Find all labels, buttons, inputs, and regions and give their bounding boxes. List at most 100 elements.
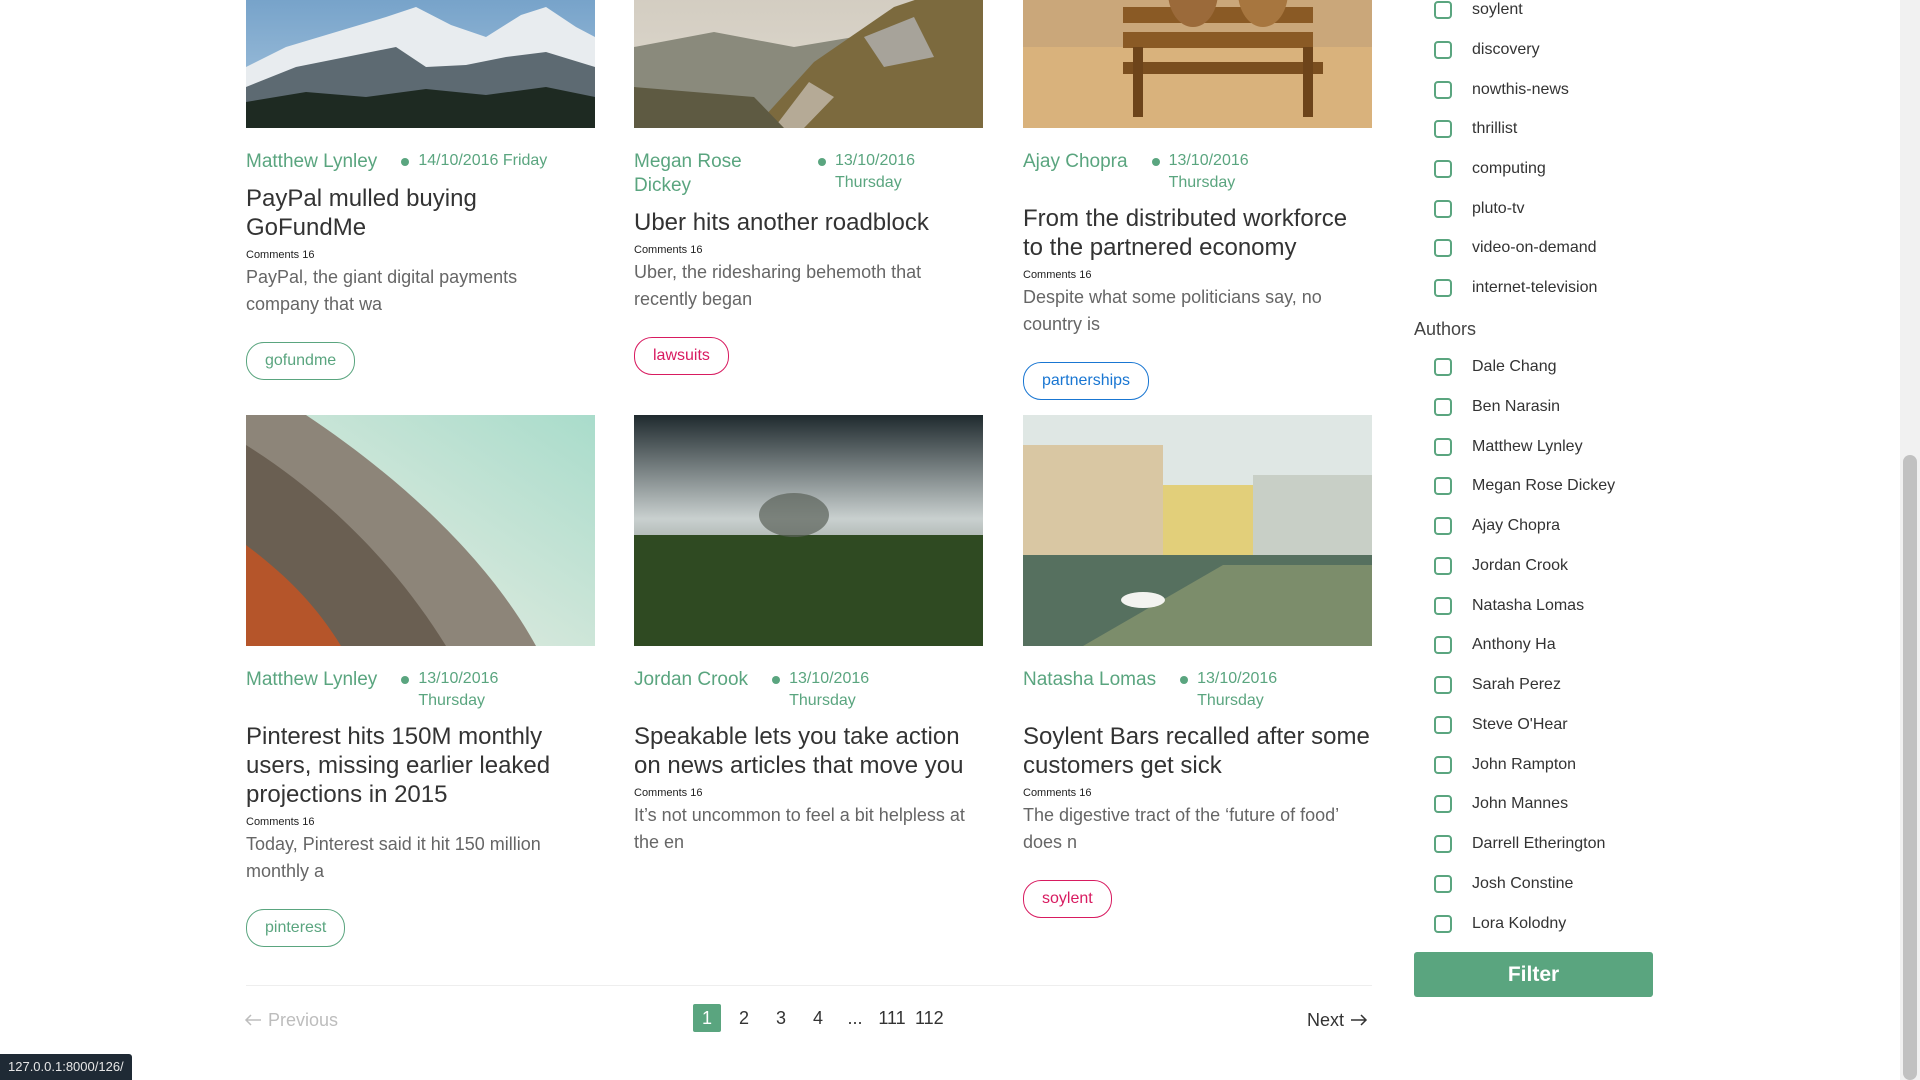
checkbox-icon[interactable] xyxy=(1434,835,1452,853)
checkbox-icon[interactable] xyxy=(1434,756,1452,774)
scrollbar-thumb[interactable] xyxy=(1903,455,1917,1080)
article-comments: Comments 16 xyxy=(246,249,315,261)
author-filter-item[interactable]: Ajay Chopra xyxy=(1434,515,1560,537)
article-image[interactable] xyxy=(634,0,983,128)
article-tag[interactable]: soylent xyxy=(1023,880,1112,918)
checkbox-icon[interactable] xyxy=(1434,875,1452,893)
article-author[interactable]: Ajay Chopra xyxy=(1023,150,1128,174)
checkbox-icon[interactable] xyxy=(1434,636,1452,654)
article-image[interactable] xyxy=(1023,415,1372,646)
checkbox-icon[interactable] xyxy=(1434,517,1452,535)
article-title[interactable]: Speakable lets you take action on news a… xyxy=(634,722,983,780)
author-filter-item[interactable]: Steve O'Hear xyxy=(1434,714,1568,736)
checkbox-icon[interactable] xyxy=(1434,1,1452,19)
page-scrollbar[interactable] xyxy=(1900,0,1920,1080)
checkbox-icon[interactable] xyxy=(1434,716,1452,734)
article-title[interactable]: Uber hits another roadblock xyxy=(634,208,983,237)
status-bar-url: 127.0.0.1:8000/126/ xyxy=(0,1054,132,1080)
checkbox-icon[interactable] xyxy=(1434,358,1452,376)
article-date: 14/10/2016 Friday xyxy=(418,152,548,169)
author-filter-item[interactable]: Darrell Etherington xyxy=(1434,833,1605,855)
tag-filter-item[interactable]: discovery xyxy=(1434,39,1540,61)
author-filter-item[interactable]: Natasha Lomas xyxy=(1434,595,1584,617)
article-image[interactable] xyxy=(1023,0,1372,128)
tag-filter-item[interactable]: soylent xyxy=(1434,0,1523,21)
author-filter-item[interactable]: John Rampton xyxy=(1434,754,1576,776)
author-filter-item[interactable]: Lora Kolodny xyxy=(1434,913,1566,935)
article-tag[interactable]: lawsuits xyxy=(634,337,729,375)
author-filter-item[interactable]: Jordan Crook xyxy=(1434,555,1568,577)
page-link-current[interactable]: 1 xyxy=(693,1004,721,1032)
checkbox-icon[interactable] xyxy=(1434,200,1452,218)
checkbox-icon[interactable] xyxy=(1434,676,1452,694)
tag-filter-item[interactable]: nowthis-news xyxy=(1434,79,1569,101)
previous-page-link[interactable]: Previous xyxy=(244,1008,338,1032)
page-link[interactable]: 4 xyxy=(804,1004,832,1032)
author-filter-item[interactable]: Anthony Ha xyxy=(1434,634,1556,656)
tag-filter-item[interactable]: thrillist xyxy=(1434,118,1517,140)
tag-filter-item[interactable]: pluto-tv xyxy=(1434,198,1524,220)
checkbox-icon[interactable] xyxy=(1434,597,1452,615)
author-filter-item[interactable]: Ben Narasin xyxy=(1434,396,1560,418)
article-author[interactable]: Matthew Lynley xyxy=(246,150,377,174)
checkbox-icon[interactable] xyxy=(1434,398,1452,416)
author-filter-item[interactable]: Sarah Perez xyxy=(1434,674,1561,696)
tag-filter-label: soylent xyxy=(1472,1,1523,18)
article-image[interactable] xyxy=(246,415,595,646)
author-filter-item[interactable]: Josh Constine xyxy=(1434,873,1573,895)
canal-town-photo xyxy=(1023,415,1372,646)
checkbox-icon[interactable] xyxy=(1434,41,1452,59)
article-title[interactable]: From the distributed workforce to the pa… xyxy=(1023,204,1372,262)
article-tag[interactable]: pinterest xyxy=(246,909,346,947)
page-link[interactable]: 3 xyxy=(767,1004,795,1032)
author-filter-label: Matthew Lynley xyxy=(1472,438,1583,455)
checkbox-icon[interactable] xyxy=(1434,477,1452,495)
tag-filter-item[interactable]: internet-television xyxy=(1434,277,1597,299)
article-tag[interactable]: gofundme xyxy=(246,342,356,380)
article-title[interactable]: PayPal mulled buying GoFundMe xyxy=(246,184,595,242)
article-tag[interactable]: partnerships xyxy=(1023,362,1150,400)
article-grid: Matthew Lynley 14/10/2016 Friday PayPal … xyxy=(246,0,1372,947)
article-card: Matthew Lynley 14/10/2016 Friday PayPal … xyxy=(246,0,595,380)
author-filter-item[interactable]: Matthew Lynley xyxy=(1434,436,1583,458)
checkbox-icon[interactable] xyxy=(1434,239,1452,257)
previous-label: Previous xyxy=(268,1010,339,1030)
article-title[interactable]: Pinterest hits 150M monthly users, missi… xyxy=(246,722,595,809)
checkbox-icon[interactable] xyxy=(1434,160,1452,178)
tag-filter-item[interactable]: computing xyxy=(1434,158,1546,180)
arrow-right-icon xyxy=(1351,1014,1368,1026)
author-filter-label: Ajay Chopra xyxy=(1472,517,1561,534)
author-filter-label: Josh Constine xyxy=(1472,875,1574,892)
next-page-link[interactable]: Next xyxy=(1307,1008,1368,1032)
article-author[interactable]: Jordan Crook xyxy=(634,668,748,692)
article-date: 13/10/2016 Thursday xyxy=(1197,670,1278,709)
author-filter-item[interactable]: John Mannes xyxy=(1434,793,1568,815)
checkbox-icon[interactable] xyxy=(1434,279,1452,297)
article-author[interactable]: Megan Rose Dickey xyxy=(634,150,794,198)
tag-filter-label: internet-television xyxy=(1472,279,1598,296)
filter-button[interactable]: Filter xyxy=(1414,952,1653,997)
article-author[interactable]: Matthew Lynley xyxy=(246,668,377,692)
page-link[interactable]: 2 xyxy=(730,1004,758,1032)
checkbox-icon[interactable] xyxy=(1434,81,1452,99)
author-filter-item[interactable]: Megan Rose Dickey xyxy=(1434,475,1615,497)
checkbox-icon[interactable] xyxy=(1434,915,1452,933)
article-comments: Comments 16 xyxy=(634,787,703,799)
article-author[interactable]: Natasha Lomas xyxy=(1023,668,1156,692)
article-image[interactable] xyxy=(634,415,983,646)
checkbox-icon[interactable] xyxy=(1434,438,1452,456)
checkbox-icon[interactable] xyxy=(1434,795,1452,813)
page-ellipsis: ... xyxy=(847,1008,863,1028)
page-link[interactable]: 112 xyxy=(915,1004,944,1032)
article-image[interactable] xyxy=(246,0,595,128)
checkbox-icon[interactable] xyxy=(1434,557,1452,575)
author-filter-label: John Rampton xyxy=(1472,756,1577,773)
page-link[interactable]: 111 xyxy=(878,1004,906,1032)
article-title[interactable]: Soylent Bars recalled after some custome… xyxy=(1023,722,1372,780)
checkbox-icon[interactable] xyxy=(1434,120,1452,138)
author-filter-item[interactable]: Dale Chang xyxy=(1434,356,1557,378)
author-filter-label: Lora Kolodny xyxy=(1472,915,1567,932)
tag-filter-item[interactable]: video-on-demand xyxy=(1434,237,1597,259)
article-date: 13/10/2016 Thursday xyxy=(835,152,916,191)
date-dot-icon xyxy=(1151,158,1160,166)
